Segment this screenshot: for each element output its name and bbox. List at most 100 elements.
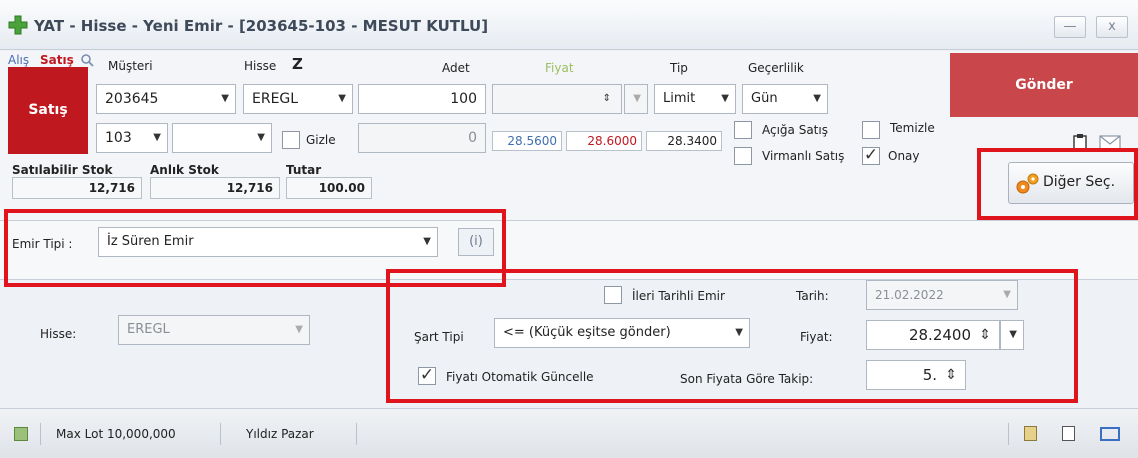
son-fiyat-value: 5. — [922, 366, 937, 384]
gecerlilik-value: Gün — [751, 91, 778, 106]
otomatik-guncelle-checkbox[interactable] — [418, 367, 436, 385]
chevron-down-icon: ▼ — [813, 93, 821, 104]
son-fiyat-input[interactable]: 5. ⇕ — [866, 360, 966, 390]
sub-account-select[interactable]: ▼ — [172, 123, 272, 153]
hisse-value: EREGL — [252, 91, 299, 107]
satilabilir-stok-label: Satılabilir Stok — [12, 163, 113, 177]
tarih-value: 21.02.2022 — [875, 288, 944, 302]
otomatik-guncelle-label: Fiyatı Otomatik Güncelle — [446, 370, 594, 384]
gecerlilik-select[interactable]: Gün ▼ — [742, 84, 828, 114]
musteri-label: Müşteri — [108, 59, 153, 73]
spinner-icon: ⇕ — [602, 93, 611, 104]
tarih-label: Tarih: — [796, 289, 829, 303]
window-title: YAT - Hisse - Yeni Emir - [203645-103 - … — [34, 17, 489, 35]
plus-icon — [8, 15, 28, 35]
sart-tipi-select[interactable]: <= (Küçük eşitse gönder) ▼ — [494, 318, 750, 348]
diger-sec-button[interactable]: Diğer Seç. — [1008, 162, 1134, 204]
trailing-hisse-value: EREGL — [127, 322, 170, 337]
gears-icon — [1016, 173, 1039, 194]
fiyat-trailing-dropdown[interactable]: ▼ — [1000, 320, 1024, 350]
gizle-label: Gizle — [306, 133, 336, 147]
tip-select[interactable]: Limit ▼ — [654, 84, 736, 114]
hisse-label: Hisse — [244, 59, 277, 73]
hisse-select[interactable]: EREGL ▼ — [243, 84, 353, 114]
adet-input[interactable]: 100 — [358, 84, 486, 114]
document-icon[interactable] — [1024, 426, 1037, 441]
fiyat-label: Fiyat — [545, 61, 574, 75]
buy-tab[interactable]: Alış — [8, 53, 29, 67]
aciga-satis-checkbox[interactable] — [734, 121, 752, 139]
hisse-marker: Z — [292, 55, 303, 73]
aciga-satis-label: Açığa Satış — [762, 123, 828, 137]
fiyat-input[interactable]: ⇕ — [492, 84, 622, 114]
son-fiyat-label: Son Fiyata Göre Takip: — [680, 372, 814, 386]
chevron-down-icon: ▼ — [1003, 289, 1011, 300]
chevron-down-icon: ▼ — [423, 236, 431, 247]
virmanli-satis-checkbox[interactable] — [734, 147, 752, 165]
ileri-tarihli-checkbox[interactable] — [604, 286, 622, 304]
price-high: 28.6000 — [566, 131, 642, 151]
adet-label: Adet — [442, 61, 470, 75]
chevron-down-icon: ▼ — [735, 327, 743, 338]
virmanli-satis-label: Virmanlı Satış — [762, 149, 845, 163]
satilabilir-stok-value: 12,716 — [12, 177, 142, 199]
chevron-down-icon: ▼ — [338, 93, 346, 104]
tip-label: Tip — [670, 61, 688, 75]
musteri-value: 203645 — [105, 91, 159, 107]
emir-tipi-select[interactable]: İz Süren Emir ▼ — [98, 227, 438, 257]
chevron-down-icon: ▼ — [257, 132, 265, 143]
chevron-down-icon: ▼ — [295, 324, 303, 335]
chevron-down-icon: ▼ — [721, 93, 729, 104]
ileri-tarihli-label: İleri Tarihli Emir — [632, 289, 725, 303]
page-icon[interactable] — [1062, 426, 1075, 441]
fiyat-trailing-input[interactable]: 28.2400 ⇕ — [866, 320, 1000, 350]
musteri-select[interactable]: 203645 ▼ — [96, 84, 236, 114]
title-bar: YAT - Hisse - Yeni Emir - [203645-103 - … — [0, 0, 1138, 50]
order-panel: Alış Satış Satış Müşteri Hisse Z Adet Fi… — [0, 51, 1138, 231]
sart-tipi-value: <= (Küçük eşitse gönder) — [503, 325, 671, 340]
emir-tipi-label: Emir Tipi : — [12, 237, 73, 251]
sart-tipi-label: Şart Tipi — [414, 330, 464, 344]
fiyat-dropdown[interactable]: ▼ — [624, 84, 648, 114]
gecerlilik-label: Geçerlilik — [748, 61, 804, 75]
diger-sec-label: Diğer Seç. — [1043, 174, 1116, 190]
minimize-button[interactable]: — — [1054, 16, 1086, 38]
chevron-down-icon: ▼ — [221, 93, 229, 104]
fiyat-trailing-value: 28.2400 — [908, 326, 971, 344]
sell-side-button[interactable]: Satış — [8, 67, 88, 154]
close-button[interactable]: x — [1096, 16, 1128, 38]
status-bar: Max Lot 10,000,000 Yıldız Pazar — [0, 408, 1138, 458]
onay-label: Onay — [888, 149, 920, 163]
trailing-hisse-select[interactable]: EREGL ▼ — [118, 315, 310, 345]
pazar-label: Yıldız Pazar — [246, 427, 314, 441]
gizle-checkbox[interactable] — [282, 131, 300, 149]
tutar-value: 100.00 — [286, 177, 372, 199]
divider — [220, 423, 221, 445]
chevron-down-icon: ▼ — [153, 132, 161, 143]
chevron-down-icon: ▼ — [1009, 329, 1017, 340]
hesap-select[interactable]: 103 ▼ — [96, 123, 168, 153]
price-low: 28.5600 — [492, 131, 562, 151]
divider — [356, 423, 357, 445]
gizli-adet-input[interactable]: 0 — [358, 123, 486, 153]
temizle-checkbox[interactable] — [862, 121, 880, 139]
chevron-down-icon: ▼ — [633, 93, 641, 104]
list-view-icon[interactable] — [1100, 427, 1120, 441]
divider — [40, 423, 41, 445]
temizle-label: Temizle — [890, 121, 935, 135]
price-last: 28.3400 — [646, 131, 722, 151]
sell-tab[interactable]: Satış — [40, 53, 74, 67]
tarih-input[interactable]: 21.02.2022 ▼ — [866, 280, 1018, 310]
gonder-button[interactable]: Gönder — [950, 53, 1138, 117]
spinner-icon: ⇕ — [979, 327, 991, 343]
max-lot-label: Max Lot 10,000,000 — [56, 427, 176, 441]
trailing-hisse-label: Hisse: — [40, 327, 77, 341]
divider — [1008, 423, 1009, 445]
anlik-stok-value: 12,716 — [150, 177, 280, 199]
info-button[interactable]: (i) — [458, 228, 494, 256]
tip-value: Limit — [663, 91, 696, 106]
hesap-value: 103 — [105, 130, 132, 146]
search-icon[interactable] — [80, 53, 94, 67]
onay-checkbox[interactable] — [862, 147, 880, 165]
anlik-stok-label: Anlık Stok — [150, 163, 219, 177]
